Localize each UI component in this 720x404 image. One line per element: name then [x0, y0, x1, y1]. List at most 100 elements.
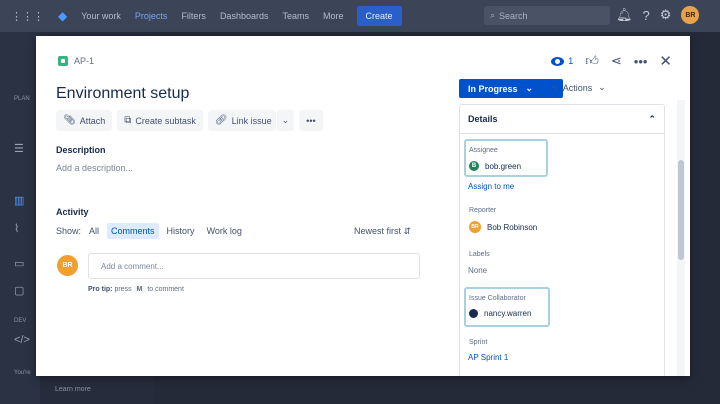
settings-icon[interactable]: ⚙: [660, 7, 672, 23]
help-icon[interactable]: ?: [643, 8, 650, 23]
assignee-value: bob.green: [485, 161, 522, 171]
pages-icon[interactable]: ▭: [14, 257, 28, 270]
link-issue-label: Link issue: [231, 115, 272, 126]
nav-dashboards[interactable]: Dashboards: [215, 11, 274, 21]
sort-toggle[interactable]: Newest first ⇵: [354, 226, 411, 237]
tab-history[interactable]: History: [163, 223, 199, 239]
create-subtask-button[interactable]: ⧉ Create subtask: [117, 110, 203, 131]
eye-icon: [551, 56, 565, 66]
issue-key[interactable]: AP-1: [74, 56, 94, 66]
more-options-icon[interactable]: •••: [634, 54, 648, 69]
chevron-down-icon: ⌄: [598, 82, 606, 92]
attach-label: Attach: [79, 115, 106, 126]
status-label: In Progress: [468, 83, 518, 94]
sprint-value[interactable]: AP Sprint 1: [468, 353, 508, 362]
share-icon[interactable]: ⋖: [611, 53, 622, 69]
lightning-icon: ϟ: [552, 82, 557, 93]
reporter-value: Bob Robinson: [487, 222, 538, 232]
nav-teams[interactable]: Teams: [277, 11, 314, 21]
issue-modal: AP-1 1 👍︎ ⋖ ••• ✕ Environment setup 📎︎ At…: [36, 36, 690, 376]
comment-input[interactable]: Add a comment...: [88, 253, 420, 279]
watch-button[interactable]: 1: [551, 56, 573, 66]
issue-actions: 📎︎ Attach ⧉ Create subtask 🔗︎ Link issue ⌄ …: [56, 110, 323, 131]
status-dropdown[interactable]: In Progress ⌄: [459, 79, 563, 98]
tab-work-log[interactable]: Work log: [203, 223, 246, 239]
nav-projects[interactable]: Projects: [130, 11, 173, 21]
scrollbar-thumb[interactable]: [678, 160, 684, 260]
watch-count: 1: [568, 56, 574, 66]
description-field[interactable]: Add a description...: [56, 163, 133, 173]
top-navigation: ⋮⋮⋮ ◆ Your work Projects Filters Dashboa…: [0, 0, 720, 32]
protip-prefix: Pro tip:: [88, 286, 113, 293]
modal-toolbar: 1 👍︎ ⋖ ••• ✕: [551, 52, 672, 70]
details-title: Details: [468, 114, 498, 124]
activity-filter: Show: All Comments History Work log: [56, 223, 246, 239]
sprint-label: Sprint: [469, 339, 488, 346]
more-actions-button[interactable]: •••: [299, 110, 323, 131]
labels-value[interactable]: None: [468, 266, 487, 275]
search-icon: ⌕: [490, 10, 496, 20]
sort-label: Newest first: [354, 226, 402, 236]
close-icon[interactable]: ✕: [659, 52, 672, 70]
collaborator-highlight: [464, 287, 550, 327]
reports-icon[interactable]: ⌇: [14, 222, 28, 235]
chevron-down-icon: ⌄: [525, 83, 534, 93]
reporter-label: Reporter: [469, 207, 497, 214]
tab-comments[interactable]: Comments: [107, 223, 159, 239]
assignee-field[interactable]: Bbob.green: [469, 161, 521, 171]
assign-to-me-link[interactable]: Assign to me: [468, 182, 514, 191]
reporter-avatar: BR: [469, 221, 481, 233]
details-scrollbar[interactable]: [677, 100, 685, 376]
link-issue-button[interactable]: 🔗︎ Link issue: [207, 110, 276, 131]
actions-dropdown[interactable]: ϟ Actions ⌄: [552, 82, 606, 93]
link-dropdown-button[interactable]: ⌄: [276, 110, 295, 131]
top-right-icons: 🔔︎ ? ⚙ BR: [616, 6, 700, 24]
paperclip-icon: 📎︎: [63, 115, 76, 126]
app-switcher-icon[interactable]: ⋮⋮⋮: [6, 10, 49, 23]
tab-all[interactable]: All: [85, 223, 103, 239]
issue-title[interactable]: Environment setup: [56, 85, 189, 103]
description-heading: Description: [56, 145, 106, 155]
assignee-highlight: [464, 139, 548, 177]
protip-press: press: [114, 286, 132, 293]
actions-label: Actions: [562, 82, 593, 93]
attach-button[interactable]: 📎︎ Attach: [56, 110, 113, 131]
activity-heading: Activity: [56, 207, 89, 217]
create-subtask-label: Create subtask: [135, 115, 196, 126]
link-icon: 🔗︎: [214, 115, 228, 126]
create-button[interactable]: Create: [356, 6, 402, 26]
more-icon: •••: [306, 115, 316, 126]
collaborator-field[interactable]: nancy.warren: [469, 309, 531, 318]
roadmap-icon[interactable]: ☰: [14, 142, 28, 155]
search-placeholder: Search: [499, 10, 528, 21]
collaborator-value: nancy.warren: [484, 309, 532, 318]
nav-your-work[interactable]: Your work: [76, 11, 126, 21]
sort-icon: ⇵: [403, 226, 412, 236]
plan-label: PLAN: [14, 96, 30, 102]
nav-filters[interactable]: Filters: [176, 11, 211, 21]
dev-label: DEV: [14, 318, 27, 324]
protip-key: M: [133, 286, 146, 293]
protip-suffix: to comment: [147, 286, 184, 293]
collaborator-avatar: [469, 309, 478, 318]
calendar-icon[interactable]: ▢: [14, 284, 28, 297]
jira-logo-icon[interactable]: ◆: [53, 9, 72, 23]
details-panel: Details ⌃ Assignee Bbob.green Assign to m…: [459, 104, 665, 376]
subtask-icon: ⧉: [124, 115, 132, 126]
commenter-avatar: BR: [57, 255, 78, 276]
story-icon: [58, 56, 68, 66]
reporter-field[interactable]: BR Bob Robinson: [469, 221, 537, 233]
details-header[interactable]: Details ⌃: [460, 105, 664, 134]
code-icon[interactable]: </>: [14, 334, 30, 346]
thumbs-up-icon[interactable]: 👍︎: [585, 53, 599, 69]
global-sidebar: PLAN ☰ ▥ ⌇ ▭ ▢ DEV </> You're: [0, 32, 40, 404]
assignee-avatar: B: [469, 161, 479, 171]
avatar[interactable]: BR: [681, 6, 700, 24]
board-icon[interactable]: ▥: [14, 194, 28, 207]
search-input[interactable]: ⌕ Search: [484, 6, 610, 25]
notifications-icon[interactable]: 🔔︎: [616, 7, 633, 23]
chevron-down-icon: ⌄: [281, 115, 290, 125]
nav-more[interactable]: More: [318, 11, 349, 21]
labels-label: Labels: [469, 251, 490, 258]
learn-more-link[interactable]: Learn more: [55, 386, 91, 393]
